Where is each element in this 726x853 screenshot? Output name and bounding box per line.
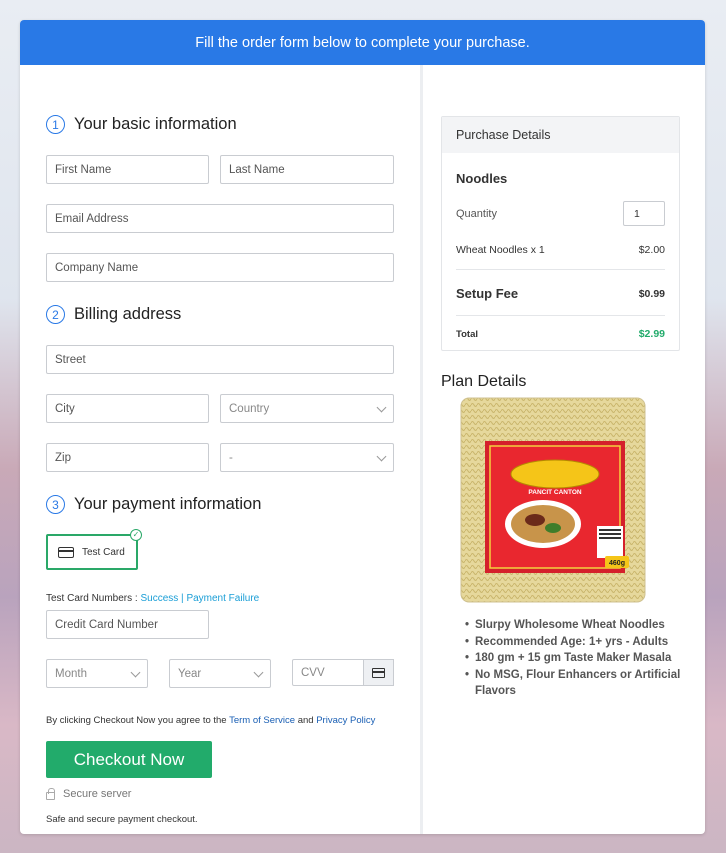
safe-text: Safe and secure payment checkout. <box>46 814 198 825</box>
setup-fee-row: Setup Fee $0.99 <box>456 286 665 301</box>
year-select[interactable]: Year <box>169 659 271 688</box>
quantity-input[interactable]: 1 <box>623 201 665 226</box>
cvv-card-button[interactable] <box>363 659 394 686</box>
list-item: Recommended Age: 1+ yrs - Adults <box>465 634 680 651</box>
test-card-label: Test Card <box>82 546 125 558</box>
noodle-package-image: PANCIT CANTON 460g <box>460 397 646 603</box>
summary-column: Purchase Details Noodles Quantity 1 Whea… <box>423 65 705 834</box>
chevron-down-icon <box>130 667 141 678</box>
cvv-placeholder: CVV <box>301 666 325 679</box>
step-number: 2 <box>46 305 65 324</box>
divider-line <box>456 269 665 270</box>
year-select-value: Year <box>178 667 202 680</box>
total-price: $2.99 <box>638 328 665 340</box>
setup-price: $0.99 <box>638 287 665 300</box>
email-field[interactable]: Email Address <box>46 204 394 233</box>
checkout-button[interactable]: Checkout Now <box>46 741 212 778</box>
purchase-header: Purchase Details <box>442 117 679 153</box>
section-title: Billing address <box>74 305 182 323</box>
banner: Fill the order form below to complete yo… <box>20 20 705 65</box>
section-billing: 2 Billing address <box>46 305 181 324</box>
secure-server: Secure server <box>46 787 132 800</box>
divider-line <box>456 315 665 316</box>
terms-of-service-link[interactable]: Term of Service <box>229 715 295 726</box>
total-row: Total $2.99 <box>456 328 665 340</box>
step-number: 3 <box>46 495 65 514</box>
first-name-field[interactable]: First Name <box>46 155 209 184</box>
section-payment: 3 Your payment information <box>46 495 261 514</box>
success-link[interactable]: Success <box>140 593 178 604</box>
chevron-down-icon <box>376 451 387 462</box>
package-brand-text: PANCIT CANTON <box>528 489 582 496</box>
package-weight-text: 460g <box>609 560 625 567</box>
credit-card-field[interactable]: Credit Card Number <box>46 610 209 639</box>
plan-bullets: Slurpy Wholesome Wheat Noodles Recommend… <box>465 617 680 700</box>
lock-icon <box>46 787 55 800</box>
section-title: Your basic information <box>74 115 237 133</box>
quantity-label: Quantity <box>456 207 497 220</box>
street-field[interactable]: Street <box>46 345 394 374</box>
state-select[interactable]: - <box>220 443 394 472</box>
zip-field[interactable]: Zip <box>46 443 209 472</box>
credit-card-icon <box>372 667 385 678</box>
test-numbers-label: Test Card Numbers : <box>46 593 141 604</box>
cvv-field[interactable]: CVV <box>292 659 394 686</box>
section-basic-info: 1 Your basic information <box>46 115 237 134</box>
order-form: 1 Your basic information First Name Last… <box>20 65 420 834</box>
chevron-down-icon <box>376 402 387 413</box>
section-title: Your payment information <box>74 495 262 513</box>
item-row: Wheat Noodles x 1 $2.00 <box>456 244 665 256</box>
setup-label: Setup Fee <box>456 286 519 301</box>
test-card-numbers: Test Card Numbers : Success | Payment Fa… <box>46 593 259 604</box>
list-item: No MSG, Flour Enhancers or Artificial <box>465 667 680 684</box>
city-field[interactable]: City <box>46 394 209 423</box>
check-icon: ✓ <box>130 529 142 541</box>
list-item: Flavors <box>475 685 516 697</box>
state-select-value: - <box>229 451 233 464</box>
test-card-option[interactable]: Test Card ✓ <box>46 529 142 570</box>
plan-title: Plan Details <box>441 373 527 390</box>
checkout-card: Fill the order form below to complete yo… <box>20 20 705 834</box>
total-label: Total <box>456 328 478 340</box>
purchase-details: Purchase Details Noodles Quantity 1 Whea… <box>441 116 680 351</box>
credit-card-icon <box>58 546 74 558</box>
chevron-down-icon <box>253 667 264 678</box>
month-select[interactable]: Month <box>46 659 148 688</box>
list-item: 180 gm + 15 gm Taste Maker Masala <box>465 650 680 667</box>
product-name-text: Noodles <box>456 171 508 186</box>
secure-label: Secure server <box>63 788 132 800</box>
month-select-value: Month <box>55 667 87 680</box>
country-select[interactable]: Country <box>220 394 394 423</box>
item-label: Wheat Noodles x 1 <box>456 244 545 256</box>
terms-and: and <box>295 715 317 726</box>
terms-prefix: By clicking Checkout Now you agree to th… <box>46 715 230 726</box>
item-price: $2.00 <box>638 244 665 256</box>
country-select-value: Country <box>229 402 270 415</box>
product-name: Noodles <box>456 171 665 186</box>
company-field[interactable]: Company Name <box>46 253 394 282</box>
terms-text: By clicking Checkout Now you agree to th… <box>46 715 375 726</box>
last-name-field[interactable]: Last Name <box>220 155 394 184</box>
quantity-row: Quantity 1 <box>456 201 665 226</box>
payment-failure-link[interactable]: Payment Failure <box>186 593 259 604</box>
list-item: Slurpy Wholesome Wheat Noodles <box>465 617 680 634</box>
step-number: 1 <box>46 115 65 134</box>
privacy-policy-link[interactable]: Privacy Policy <box>316 715 375 726</box>
